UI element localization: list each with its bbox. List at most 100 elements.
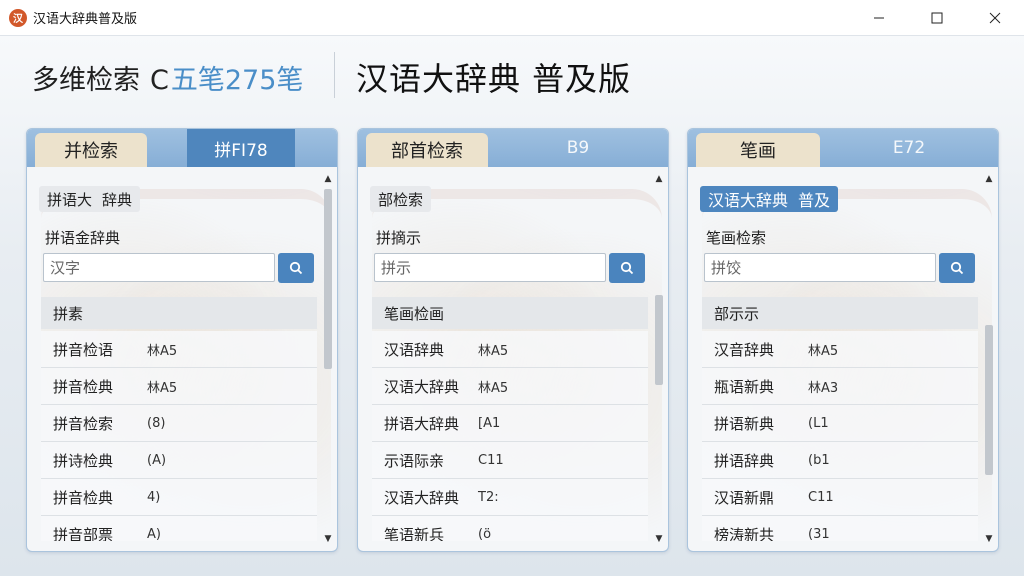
result-list: 汉音辞典 林A5 瓶语新典 林A3 拼语新典 (L1 拼语辞典 (b1 汉语新鼎 C11 … [702, 331, 978, 541]
window-controls [850, 0, 1024, 36]
header-accent: 五笔275笔 [170, 65, 304, 96]
sub-chip-a: 拼语大 [47, 190, 93, 209]
close-icon [989, 12, 1001, 24]
list-item[interactable]: 汉语新鼎 C11 [702, 479, 978, 516]
search-input[interactable] [43, 253, 275, 282]
search-button[interactable] [939, 253, 975, 283]
list-item-term: 拼诗检典 [53, 451, 114, 470]
list-item-code: 林A5 [147, 343, 178, 359]
list-item-code: C11 [478, 452, 504, 468]
list-item[interactable]: 拼语辞典 (b1 [702, 442, 978, 479]
list-item[interactable]: 汉音辞典 林A5 [702, 331, 978, 368]
tab-active[interactable]: 笔画 [696, 133, 820, 167]
list-item[interactable]: 瓶语新典 林A3 [702, 368, 978, 405]
sub-chip-b: 普及 [798, 191, 831, 210]
minimize-button[interactable] [850, 0, 908, 36]
header-left-title: 多维检索 [32, 65, 140, 96]
tab-active[interactable]: 并检索 [35, 133, 147, 167]
sub-chip[interactable]: 拼语大 辞典 [39, 186, 141, 212]
chevron-down-icon[interactable]: ▼ [321, 533, 335, 545]
list-item-term: 瓶语新典 [714, 377, 775, 396]
chevron-down-icon[interactable]: ▼ [652, 533, 666, 545]
search-input[interactable] [704, 253, 936, 282]
list-item[interactable]: 拼诗检典 (A) [41, 442, 317, 479]
scroll-thumb[interactable] [655, 295, 663, 385]
list-item-term: 拼音检语 [53, 340, 114, 359]
maximize-button[interactable] [908, 0, 966, 36]
tab-bar: 部首检索 B9 [358, 129, 668, 167]
list-item[interactable]: 拼音检典 林A5 [41, 368, 317, 405]
scroll-thumb[interactable] [985, 325, 993, 475]
page-title: 汉语大辞典 普及版 [356, 60, 632, 98]
list-item-code: A) [147, 526, 161, 542]
search-button[interactable] [278, 253, 314, 283]
list-item-code: 林A5 [808, 343, 839, 359]
search-input[interactable] [374, 253, 606, 282]
scrollbar[interactable]: ▲ ▼ [321, 173, 335, 545]
list-item-term: 汉语大辞典 [384, 488, 460, 507]
list-item-term: 拼音检典 [53, 377, 114, 396]
panel-stroke: 笔画 E72 汉语大辞典 普及 笔画检索 部示示 汉音辞典 林A5 瓶语新典 林A3… [687, 128, 999, 552]
list-item-term: 拼语新典 [714, 414, 775, 433]
list-item-term: 汉语新鼎 [714, 488, 775, 507]
list-item[interactable]: 汉语大辞典 林A5 [372, 368, 648, 405]
list-item[interactable]: 拼音检语 林A5 [41, 331, 317, 368]
list-item-code: C11 [808, 489, 834, 505]
list-item-code: 林A3 [808, 380, 839, 396]
list-item[interactable]: 拼语大辞典 [A1 [372, 405, 648, 442]
list-item[interactable]: 汉语大辞典 T2: [372, 479, 648, 516]
chevron-up-icon[interactable]: ▲ [982, 173, 996, 185]
tab-inactive[interactable]: E72 [820, 129, 998, 167]
list-item-code: [A1 [478, 415, 501, 431]
list-item-code: T2: [478, 489, 499, 505]
search-icon [289, 261, 303, 275]
title-bar: 汉 汉语大辞典普及版 [0, 0, 1024, 36]
list-item-code: (b1 [808, 452, 830, 468]
app-logo-icon: 汉 [9, 8, 27, 27]
field-label: 笔画检索 [706, 229, 767, 247]
chevron-down-icon[interactable]: ▼ [982, 533, 996, 545]
panel-pinyin: 并检索 拼FI78 拼语大 辞典 拼语金辞典 拼素 拼音检语林A5 拼音检典林A… [26, 128, 338, 552]
list-item[interactable]: 笔语新兵 (ö [372, 516, 648, 541]
list-item-term: 汉语辞典 [384, 340, 445, 359]
scrollbar[interactable]: ▲ ▼ [982, 173, 996, 545]
scroll-thumb[interactable] [324, 189, 332, 369]
list-item[interactable]: 示语际亲 C11 [372, 442, 648, 479]
tab-inactive[interactable]: 拼FI78 [187, 129, 295, 167]
maximize-icon [931, 12, 943, 24]
header-subtitle: 多维检索 C 五笔275笔 [32, 58, 303, 97]
chevron-up-icon[interactable]: ▲ [321, 173, 335, 185]
panel-radical: 部首检索 B9 部检索 拼摘示 笔画检画 汉语辞典林A5 汉语大辞典林A5 拼语… [357, 128, 669, 552]
list-item-code: (ö [478, 526, 492, 542]
list-item[interactable]: 拼语新典 (L1 [702, 405, 978, 442]
list-item-code: (A) [147, 452, 167, 468]
list-item-code: 林A5 [147, 380, 178, 396]
tab-inactive[interactable]: B9 [488, 129, 668, 167]
scrollbar[interactable]: ▲ ▼ [652, 173, 666, 545]
sub-chip[interactable]: 部检索 [370, 186, 432, 212]
tab-bar: 笔画 E72 [688, 129, 998, 167]
tab-active[interactable]: 部首检索 [366, 133, 488, 167]
close-button[interactable] [966, 0, 1024, 36]
search-button[interactable] [609, 253, 645, 283]
list-item[interactable]: 拼音部票 A) [41, 516, 317, 541]
list-item[interactable]: 拼音检索 (8) [41, 405, 317, 442]
window-title: 汉语大辞典普及版 [33, 12, 138, 27]
list-item-term: 拼语辞典 [714, 451, 775, 470]
list-item-code: (L1 [808, 415, 829, 431]
list-item-code: (31 [808, 526, 830, 542]
list-item[interactable]: 拼音检典 4) [41, 479, 317, 516]
list-header: 笔画检画 [372, 297, 648, 329]
list-item-term: 拼音检典 [53, 488, 114, 507]
list-item[interactable]: 汉语辞典 林A5 [372, 331, 648, 368]
list-item-term: 榜涛新共 [714, 525, 775, 542]
sub-chip-a: 汉语大辞典 [708, 191, 789, 210]
header-divider [334, 52, 335, 98]
chevron-up-icon[interactable]: ▲ [652, 173, 666, 185]
search-icon [950, 261, 964, 275]
list-item-term: 拼音部票 [53, 525, 114, 542]
sub-chip[interactable]: 汉语大辞典 普及 [700, 186, 839, 212]
result-list: 拼音检语 林A5 拼音检典 林A5 拼音检索 (8) 拼诗检典 (A) 拼音检典 4) 拼… [41, 331, 317, 541]
list-item[interactable]: 榜涛新共 (31 [702, 516, 978, 541]
list-item-code: (8) [147, 415, 166, 431]
